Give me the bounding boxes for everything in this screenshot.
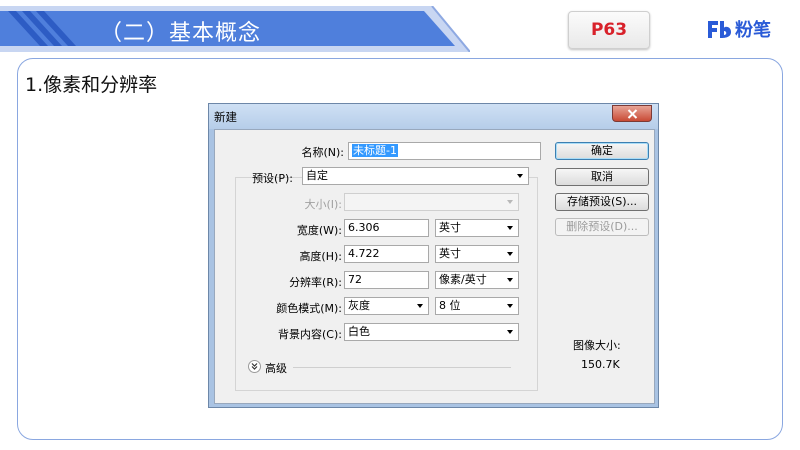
section-heading: 1.像素和分辨率 (25, 74, 158, 96)
resolution-label: 分辨率(R): (289, 276, 342, 289)
chevron-down-icon (507, 304, 513, 308)
height-value: 4.722 (348, 247, 380, 260)
advanced-toggle-button[interactable] (248, 360, 261, 373)
dialog-title: 新建 (214, 110, 237, 124)
background-label: 背景内容(C): (278, 328, 342, 341)
preset-value: 自定 (306, 169, 328, 182)
size-select[interactable] (344, 193, 519, 211)
preset-select[interactable]: 自定 (302, 167, 529, 185)
close-button[interactable] (612, 105, 652, 122)
width-unit-value: 英寸 (439, 221, 461, 234)
chevron-down-icon (507, 278, 513, 282)
name-input[interactable]: 未标题-1 (348, 142, 541, 160)
advanced-label[interactable]: 高级 (265, 360, 287, 376)
new-document-dialog: 新建 名称(N): 未标题-1 预设(P): 自定 大小(I): 宽度(W): … (208, 103, 659, 408)
width-input[interactable]: 6.306 (344, 219, 429, 237)
cancel-button[interactable]: 取消 (555, 168, 649, 186)
height-unit-value: 英寸 (439, 247, 461, 260)
chevron-down-icon (517, 174, 523, 178)
chevron-down-icon (507, 252, 513, 256)
background-select[interactable]: 白色 (344, 323, 519, 341)
color-mode-select[interactable]: 灰度 (344, 297, 429, 315)
delete-preset-button[interactable]: 删除预设(D)... (555, 218, 649, 236)
bit-depth-select[interactable]: 8 位 (435, 297, 519, 315)
name-value: 未标题-1 (352, 144, 398, 157)
resolution-value: 72 (348, 273, 362, 286)
height-input[interactable]: 4.722 (344, 245, 429, 263)
fenbi-logo-icon (708, 21, 731, 38)
background-value: 白色 (348, 325, 370, 338)
ok-button[interactable]: 确定 (555, 142, 649, 160)
image-size-label: 图像大小: (573, 339, 621, 352)
resolution-unit-select[interactable]: 像素/英寸 (435, 271, 519, 289)
double-chevron-down-icon (251, 363, 258, 370)
width-unit-select[interactable]: 英寸 (435, 219, 519, 237)
bit-depth-value: 8 位 (439, 299, 461, 312)
width-value: 6.306 (348, 221, 380, 234)
slide-title: （二）基本概念 (100, 21, 262, 46)
brand-logo: 粉笔 (706, 14, 771, 44)
dialog-titlebar[interactable]: 新建 (209, 104, 658, 129)
chevron-down-icon (507, 330, 513, 334)
chevron-down-icon (507, 226, 513, 230)
chevron-down-icon (507, 200, 513, 204)
advanced-divider (293, 367, 511, 368)
image-size-value: 150.7K (581, 358, 620, 371)
close-icon (627, 109, 638, 119)
logo-text: 粉笔 (735, 20, 771, 41)
width-label: 宽度(W): (296, 224, 342, 237)
resolution-unit-value: 像素/英寸 (439, 273, 487, 286)
preset-label: 预设(P): (252, 172, 293, 185)
page-number-badge: P63 (568, 11, 650, 49)
height-label: 高度(H): (299, 250, 342, 263)
size-label: 大小(I): (304, 198, 342, 211)
save-preset-button[interactable]: 存储预设(S)... (555, 193, 649, 211)
dialog-body: 名称(N): 未标题-1 预设(P): 自定 大小(I): 宽度(W): 6.3… (214, 129, 655, 404)
name-label: 名称(N): (301, 146, 344, 159)
resolution-input[interactable]: 72 (344, 271, 429, 289)
color-mode-value: 灰度 (348, 299, 370, 312)
height-unit-select[interactable]: 英寸 (435, 245, 519, 263)
chevron-down-icon (417, 304, 423, 308)
color-mode-label: 颜色模式(M): (276, 302, 342, 315)
